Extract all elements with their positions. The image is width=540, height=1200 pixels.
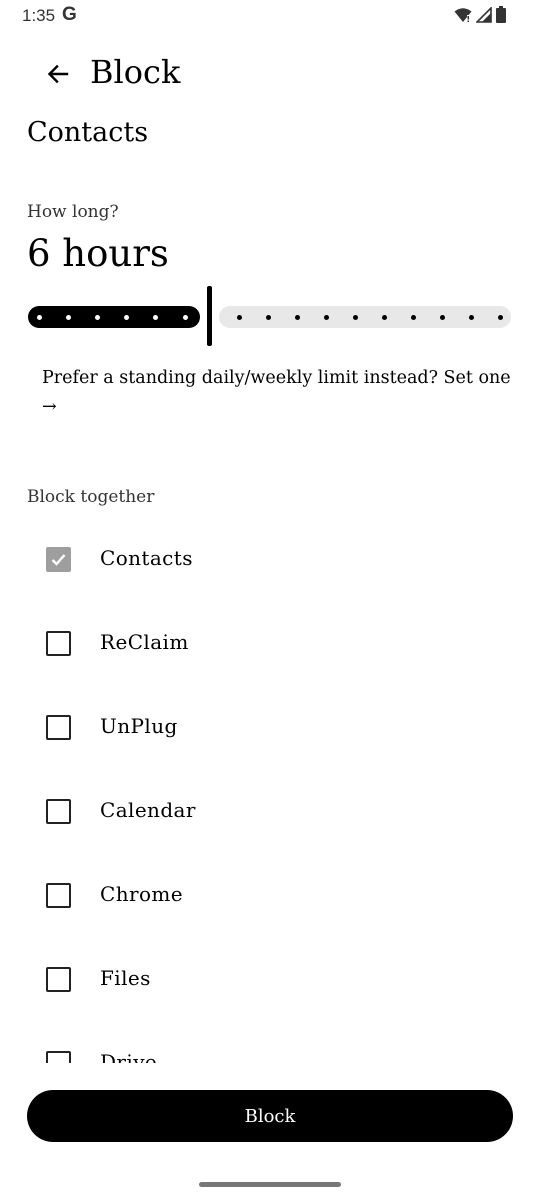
app-label: Drive: [100, 1050, 158, 1063]
slider-tick: [323, 315, 329, 320]
slider-tick: [94, 315, 100, 320]
app-row-reclaim[interactable]: ReClaim: [0, 602, 540, 686]
check-icon: [51, 554, 66, 566]
duration-slider[interactable]: [28, 286, 511, 346]
slider-tick: [36, 315, 42, 320]
app-label: Chrome: [100, 882, 183, 906]
status-bar: 1:35 G: [0, 0, 540, 34]
slider-tick: [182, 315, 188, 320]
slider-tick: [294, 315, 300, 320]
app-checkbox[interactable]: [46, 715, 71, 740]
app-name-heading: Contacts: [27, 117, 149, 148]
app-label: ReClaim: [100, 630, 189, 654]
block-button[interactable]: Block: [27, 1090, 513, 1142]
slider-active-track: [28, 306, 200, 328]
status-icons: [454, 5, 506, 27]
app-label: UnPlug: [100, 714, 178, 738]
app-checkbox[interactable]: [46, 967, 71, 992]
slider-tick: [152, 315, 158, 320]
slider-inactive-track: [219, 306, 511, 328]
app-label: Files: [100, 966, 151, 990]
arrow-back-icon: [47, 64, 69, 84]
app-row-unplug[interactable]: UnPlug: [0, 686, 540, 770]
app-checkbox[interactable]: [46, 547, 71, 572]
slider-tick: [497, 315, 503, 320]
slider-tick: [381, 315, 387, 320]
app-row-drive[interactable]: Drive: [0, 1022, 540, 1063]
slider-tick: [439, 315, 445, 320]
google-g-icon: G: [62, 4, 77, 25]
app-checkbox[interactable]: [46, 799, 71, 824]
slider-thumb[interactable]: [207, 286, 212, 346]
slider-tick: [352, 315, 358, 320]
wifi-icon: [454, 7, 472, 27]
app-row-contacts[interactable]: Contacts: [0, 518, 540, 602]
slider-tick: [468, 315, 474, 320]
app-row-calendar[interactable]: Calendar: [0, 770, 540, 854]
home-indicator[interactable]: [199, 1182, 341, 1187]
status-time: 1:35: [22, 6, 56, 25]
app-label: Contacts: [100, 546, 193, 570]
app-label: Calendar: [100, 798, 196, 822]
page-title: Block: [90, 53, 181, 91]
duration-value: 6 hours: [27, 232, 169, 275]
slider-tick: [410, 315, 416, 320]
how-long-label: How long?: [27, 202, 119, 222]
slider-tick: [265, 315, 271, 320]
slider-tick: [65, 315, 71, 320]
slider-tick: [123, 315, 129, 320]
signal-icon: [475, 5, 492, 27]
app-checkbox[interactable]: [46, 631, 71, 656]
battery-icon: [496, 6, 506, 27]
back-button[interactable]: [38, 56, 78, 92]
block-together-list[interactable]: Contacts ReClaim UnPlug Calendar Chrome Files…: [0, 518, 540, 1063]
block-together-label: Block together: [27, 487, 155, 507]
app-checkbox[interactable]: [46, 883, 71, 908]
slider-tick: [236, 315, 242, 320]
app-checkbox[interactable]: [46, 1051, 71, 1063]
app-row-files[interactable]: Files: [0, 938, 540, 1022]
set-standing-limit-link[interactable]: Prefer a standing daily/weekly limit ins…: [42, 364, 512, 422]
app-row-chrome[interactable]: Chrome: [0, 854, 540, 938]
